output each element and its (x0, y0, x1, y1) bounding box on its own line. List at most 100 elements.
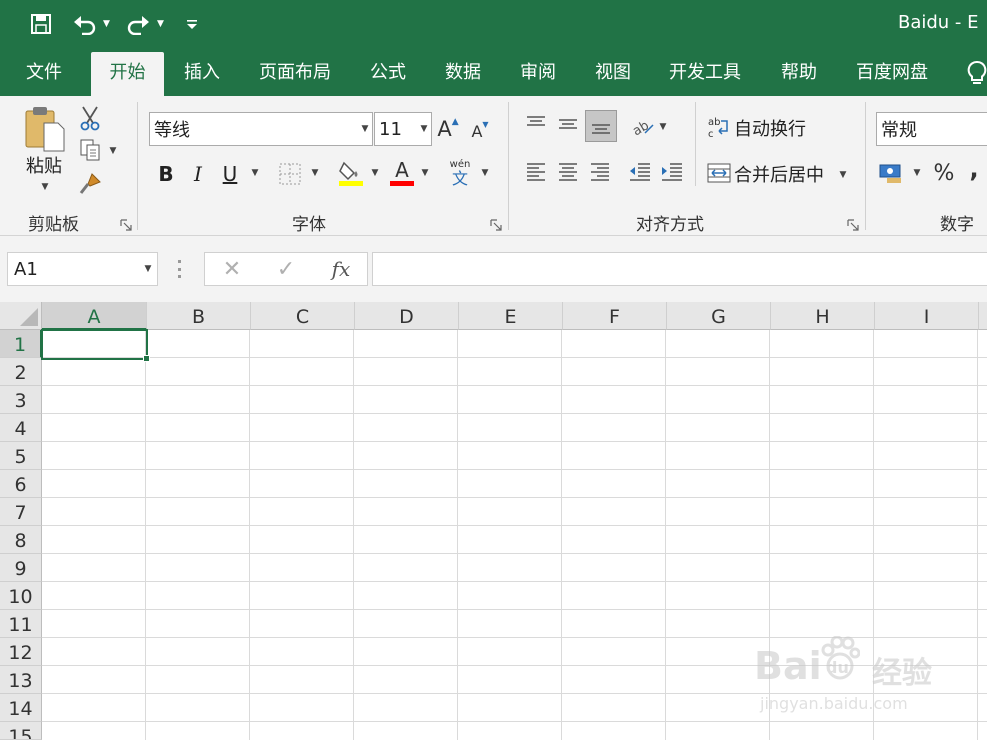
phonetic-guide-icon[interactable]: wén 文 (446, 156, 474, 190)
align-left-icon[interactable] (522, 158, 550, 186)
paste-icon[interactable] (20, 104, 68, 154)
copy-icon[interactable] (76, 136, 104, 164)
row-header-12[interactable]: 12 (0, 638, 42, 666)
font-size-dropdown-icon[interactable]: ▼ (417, 124, 431, 134)
percent-style-button[interactable]: % (930, 158, 958, 188)
column-header-i[interactable]: I (875, 302, 979, 330)
italic-button[interactable]: I (184, 158, 212, 190)
fill-color-icon[interactable] (336, 158, 366, 188)
font-name-dropdown-icon[interactable]: ▼ (358, 124, 372, 134)
paste-dropdown-icon[interactable]: ▼ (38, 180, 52, 194)
active-cell-a1[interactable] (41, 329, 148, 360)
formula-input[interactable] (372, 252, 987, 286)
font-launcher-icon[interactable] (490, 216, 502, 231)
fill-handle[interactable] (143, 355, 150, 362)
customize-qat-icon[interactable] (186, 10, 198, 38)
insert-function-icon[interactable]: fx (325, 255, 357, 283)
cell-area[interactable] (42, 330, 987, 740)
tab-data[interactable]: 数据 (433, 52, 493, 96)
column-header-f[interactable]: F (563, 302, 667, 330)
shrink-font-icon[interactable]: A ▼ (468, 116, 492, 146)
copy-dropdown-icon[interactable]: ▼ (106, 144, 120, 158)
row-header-13[interactable]: 13 (0, 666, 42, 694)
name-box[interactable]: A1 ▼ (7, 252, 158, 286)
merge-center-icon[interactable] (706, 160, 732, 186)
comma-style-button[interactable]: , (964, 154, 984, 184)
borders-dropdown-icon[interactable]: ▼ (308, 166, 322, 180)
redo-dropdown-icon[interactable]: ▼ (157, 10, 164, 38)
format-painter-icon[interactable] (76, 170, 104, 198)
font-color-icon[interactable]: A (388, 156, 416, 188)
row-header-8[interactable]: 8 (0, 526, 42, 554)
borders-icon[interactable] (276, 160, 304, 188)
paste-label[interactable]: 粘贴 (22, 152, 66, 178)
row-header-15[interactable]: 15 (0, 722, 42, 740)
row-header-11[interactable]: 11 (0, 610, 42, 638)
tab-home[interactable]: 开始 (91, 52, 164, 96)
cut-icon[interactable] (76, 104, 104, 132)
tab-review[interactable]: 审阅 (508, 52, 568, 96)
font-size-combo[interactable]: 11 ▼ (374, 112, 432, 146)
column-header-h[interactable]: H (771, 302, 875, 330)
tab-file[interactable]: 文件 (14, 52, 74, 96)
align-top-icon[interactable] (522, 110, 550, 138)
row-header-1[interactable]: 1 (0, 330, 42, 358)
column-header-b[interactable]: B (147, 302, 251, 330)
name-box-dropdown-icon[interactable]: ▼ (139, 264, 157, 274)
row-header-2[interactable]: 2 (0, 358, 42, 386)
align-bottom-icon[interactable] (585, 110, 617, 142)
merge-center-label[interactable]: 合并后居中 (734, 160, 824, 188)
number-format-combo[interactable]: 常规 (876, 112, 987, 146)
row-header-14[interactable]: 14 (0, 694, 42, 722)
phonetic-dropdown-icon[interactable]: ▼ (478, 166, 492, 180)
font-color-dropdown-icon[interactable]: ▼ (418, 166, 432, 180)
redo-icon[interactable] (125, 10, 151, 38)
tab-formulas[interactable]: 公式 (358, 52, 418, 96)
tab-insert[interactable]: 插入 (172, 52, 232, 96)
accounting-dropdown-icon[interactable]: ▼ (910, 166, 924, 180)
row-header-5[interactable]: 5 (0, 442, 42, 470)
align-middle-icon[interactable] (554, 110, 582, 138)
tab-help[interactable]: 帮助 (769, 52, 829, 96)
undo-icon[interactable] (72, 10, 98, 38)
underline-button[interactable]: U (216, 158, 244, 190)
row-header-4[interactable]: 4 (0, 414, 42, 442)
row-header-9[interactable]: 9 (0, 554, 42, 582)
tab-developer[interactable]: 开发工具 (660, 52, 750, 96)
row-header-7[interactable]: 7 (0, 498, 42, 526)
undo-dropdown-icon[interactable]: ▼ (103, 10, 110, 38)
tab-page-layout[interactable]: 页面布局 (250, 52, 340, 96)
tab-view[interactable]: 视图 (583, 52, 643, 96)
column-header-g[interactable]: G (667, 302, 771, 330)
enter-icon[interactable]: ✓ (271, 255, 301, 283)
column-header-c[interactable]: C (251, 302, 355, 330)
row-header-10[interactable]: 10 (0, 582, 42, 610)
orientation-icon[interactable]: ab (630, 112, 656, 140)
merge-dropdown-icon[interactable]: ▼ (836, 168, 850, 182)
column-header-d[interactable]: D (355, 302, 459, 330)
increase-indent-icon[interactable] (658, 158, 686, 186)
accounting-format-icon[interactable] (878, 158, 906, 186)
bold-button[interactable]: B (152, 158, 180, 190)
underline-dropdown-icon[interactable]: ▼ (248, 166, 262, 180)
alignment-launcher-icon[interactable] (847, 216, 859, 231)
column-header-e[interactable]: E (459, 302, 563, 330)
row-header-3[interactable]: 3 (0, 386, 42, 414)
decrease-indent-icon[interactable] (626, 158, 654, 186)
font-name-combo[interactable]: 等线 ▼ (149, 112, 373, 146)
align-center-icon[interactable] (554, 158, 582, 186)
column-header-partial[interactable] (979, 302, 987, 330)
row-header-6[interactable]: 6 (0, 470, 42, 498)
wrap-text-label[interactable]: 自动换行 (734, 114, 806, 142)
orientation-dropdown-icon[interactable]: ▼ (656, 120, 670, 134)
lightbulb-icon[interactable] (966, 60, 987, 92)
clipboard-launcher-icon[interactable] (120, 216, 132, 231)
wrap-text-icon[interactable]: ab c (706, 114, 732, 140)
tab-baidu-netdisk[interactable]: 百度网盘 (846, 52, 938, 96)
align-right-icon[interactable] (586, 158, 614, 186)
formula-bar-grip-icon[interactable] (176, 260, 182, 278)
select-all-button[interactable] (0, 302, 42, 330)
save-icon[interactable] (30, 10, 52, 38)
column-header-a[interactable]: A (42, 302, 147, 330)
fill-color-dropdown-icon[interactable]: ▼ (368, 166, 382, 180)
